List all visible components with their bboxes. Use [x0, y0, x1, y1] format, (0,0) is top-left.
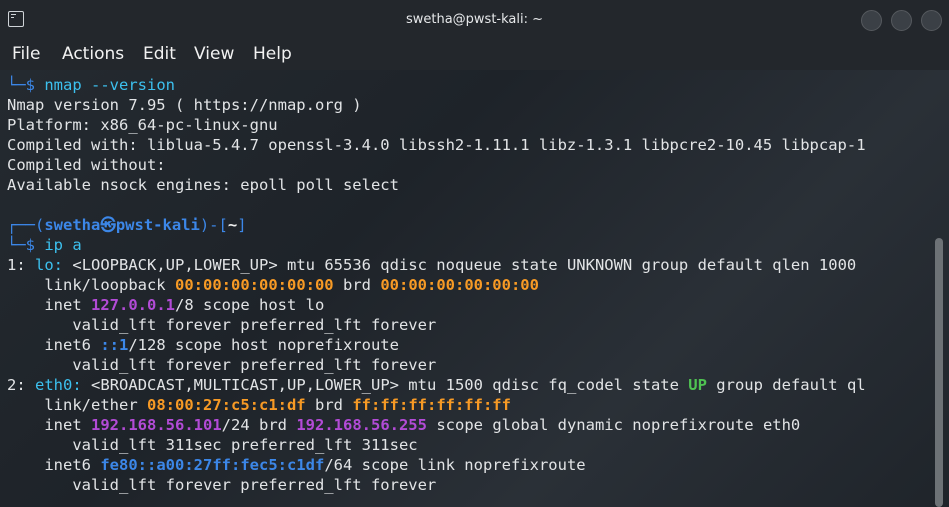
inet6-details: /128 scope host noprefixroute: [128, 336, 399, 354]
prompt-at: ㉿: [100, 216, 116, 234]
ipv4-address: 192.168.56.101: [91, 416, 222, 434]
iface-eth0-valid6: valid_lft forever preferred_lft forever: [7, 475, 436, 495]
iface-eth0-inet: inet 192.168.56.101/24 brd 192.168.56.25…: [7, 415, 800, 435]
lifetime-text: valid_lft 311sec preferred_lft 311sec: [72, 436, 418, 454]
mac-address: 00:00:00:00:00:00: [175, 276, 334, 294]
prompt-host: pwst-kali: [115, 216, 200, 234]
inet-label: inet: [44, 416, 82, 434]
output-line: Platform: x86_64-pc-linux-gnu: [7, 116, 278, 134]
terminal-scrollbar[interactable]: [935, 238, 943, 507]
lifetime-text: valid_lft forever preferred_lft forever: [72, 476, 437, 494]
inet-details: scope global dynamic noprefixroute eth0: [436, 416, 801, 434]
menu-bar: File Actions Edit View Help: [0, 40, 949, 70]
iface-flags: <BROADCAST,MULTICAST,UP,LOWER_UP> mtu 15…: [91, 376, 679, 394]
brd-label: brd: [342, 276, 371, 294]
iface-flags: <LOOPBACK,UP,LOWER_UP> mtu 65536 qdisc n…: [72, 256, 857, 274]
inet6-label: inet6: [44, 456, 91, 474]
prompt-user: swetha: [44, 216, 101, 234]
iface-lo-header: 1: lo: <LOOPBACK,UP,LOWER_UP> mtu 65536 …: [7, 255, 856, 275]
iface-eth0-inet6: inet6 fe80::a00:27ff:fec5:c1df/64 scope …: [7, 455, 586, 475]
terminal-output[interactable]: └─$ nmap --version Nmap version 7.95 ( h…: [0, 70, 935, 507]
inet-label: inet: [44, 296, 82, 314]
iface-eth0-header: 2: eth0: <BROADCAST,MULTICAST,UP,LOWER_U…: [7, 375, 866, 395]
iface-name: eth0:: [35, 376, 82, 394]
minimize-button[interactable]: [861, 10, 882, 31]
prompt-symbol: └─$: [7, 236, 35, 254]
inet6-details: /64 scope link noprefixroute: [324, 456, 586, 474]
prompt-dir: ~: [227, 216, 238, 234]
output-line: Compiled with: liblua-5.4.7 openssl-3.4.…: [7, 136, 866, 154]
output-line: Compiled without:: [7, 156, 166, 174]
title-bar[interactable]: swetha@pwst-kali: ~: [0, 0, 949, 40]
inet-details: /8 scope host lo: [175, 296, 325, 314]
iface-lo-valid6: valid_lft forever preferred_lft forever: [7, 355, 436, 375]
ipv6-address: fe80::a00:27ff:fec5:c1df: [100, 456, 325, 474]
iface-flags-tail: group default ql: [716, 376, 866, 394]
prompt-symbol: └─$: [7, 76, 35, 94]
prompt-bracket: ┌──(: [7, 216, 45, 234]
prompt-bracket: )-[: [199, 216, 228, 234]
inet6-label: inet6: [44, 336, 91, 354]
lifetime-text: valid_lft forever preferred_lft forever: [72, 356, 437, 374]
brd-mac-address: ff:ff:ff:ff:ff:ff: [352, 396, 511, 414]
menu-view[interactable]: View: [194, 44, 234, 64]
broadcast-address: 192.168.56.255: [296, 416, 427, 434]
menu-help[interactable]: Help: [253, 44, 292, 64]
iface-index: 1:: [7, 256, 26, 274]
brd-mac-address: 00:00:00:00:00:00: [380, 276, 539, 294]
iface-name: lo:: [35, 256, 64, 274]
brd-label: brd: [314, 396, 343, 414]
iface-eth0-valid: valid_lft 311sec preferred_lft 311sec: [7, 435, 418, 455]
ipv6-address: ::1: [100, 336, 129, 354]
terminal-window: swetha@pwst-kali: ~ File Actions Edit Vi…: [0, 0, 949, 507]
iface-index: 2:: [7, 376, 26, 394]
maximize-button[interactable]: [891, 10, 912, 31]
command-text: nmap --version: [44, 76, 175, 94]
menu-file[interactable]: File: [12, 44, 40, 64]
ipv4-address: 127.0.0.1: [91, 296, 175, 314]
prompt-line: ┌──(swetha㉿pwst-kali)-[~]: [7, 215, 247, 235]
menu-edit[interactable]: Edit: [143, 44, 176, 64]
menu-actions[interactable]: Actions: [62, 44, 124, 64]
iface-state: UP: [688, 376, 707, 394]
iface-lo-link: link/loopback 00:00:00:00:00:00 brd 00:0…: [7, 275, 539, 295]
inet-prefix: /24 brd: [221, 416, 287, 434]
iface-lo-inet: inet 127.0.0.1/8 scope host lo: [7, 295, 324, 315]
command-text: ip a: [44, 236, 82, 254]
output-line: Available nsock engines: epoll poll sele…: [7, 176, 399, 194]
output-line: Nmap version 7.95 ( https://nmap.org ): [7, 96, 362, 114]
close-button[interactable]: [921, 10, 942, 31]
iface-lo-valid: valid_lft forever preferred_lft forever: [7, 315, 436, 335]
iface-lo-inet6: inet6 ::1/128 scope host noprefixroute: [7, 335, 399, 355]
link-label: link/loopback: [44, 276, 166, 294]
command-line: └─$ nmap --version: [7, 75, 175, 95]
link-label: link/ether: [44, 396, 138, 414]
lifetime-text: valid_lft forever preferred_lft forever: [72, 316, 437, 334]
iface-eth0-link: link/ether 08:00:27:c5:c1:df brd ff:ff:f…: [7, 395, 511, 415]
window-title: swetha@pwst-kali: ~: [405, 12, 544, 27]
prompt-bracket: ]: [237, 216, 247, 234]
mac-address: 08:00:27:c5:c1:df: [147, 396, 306, 414]
command-line: └─$ ip a: [7, 235, 82, 255]
